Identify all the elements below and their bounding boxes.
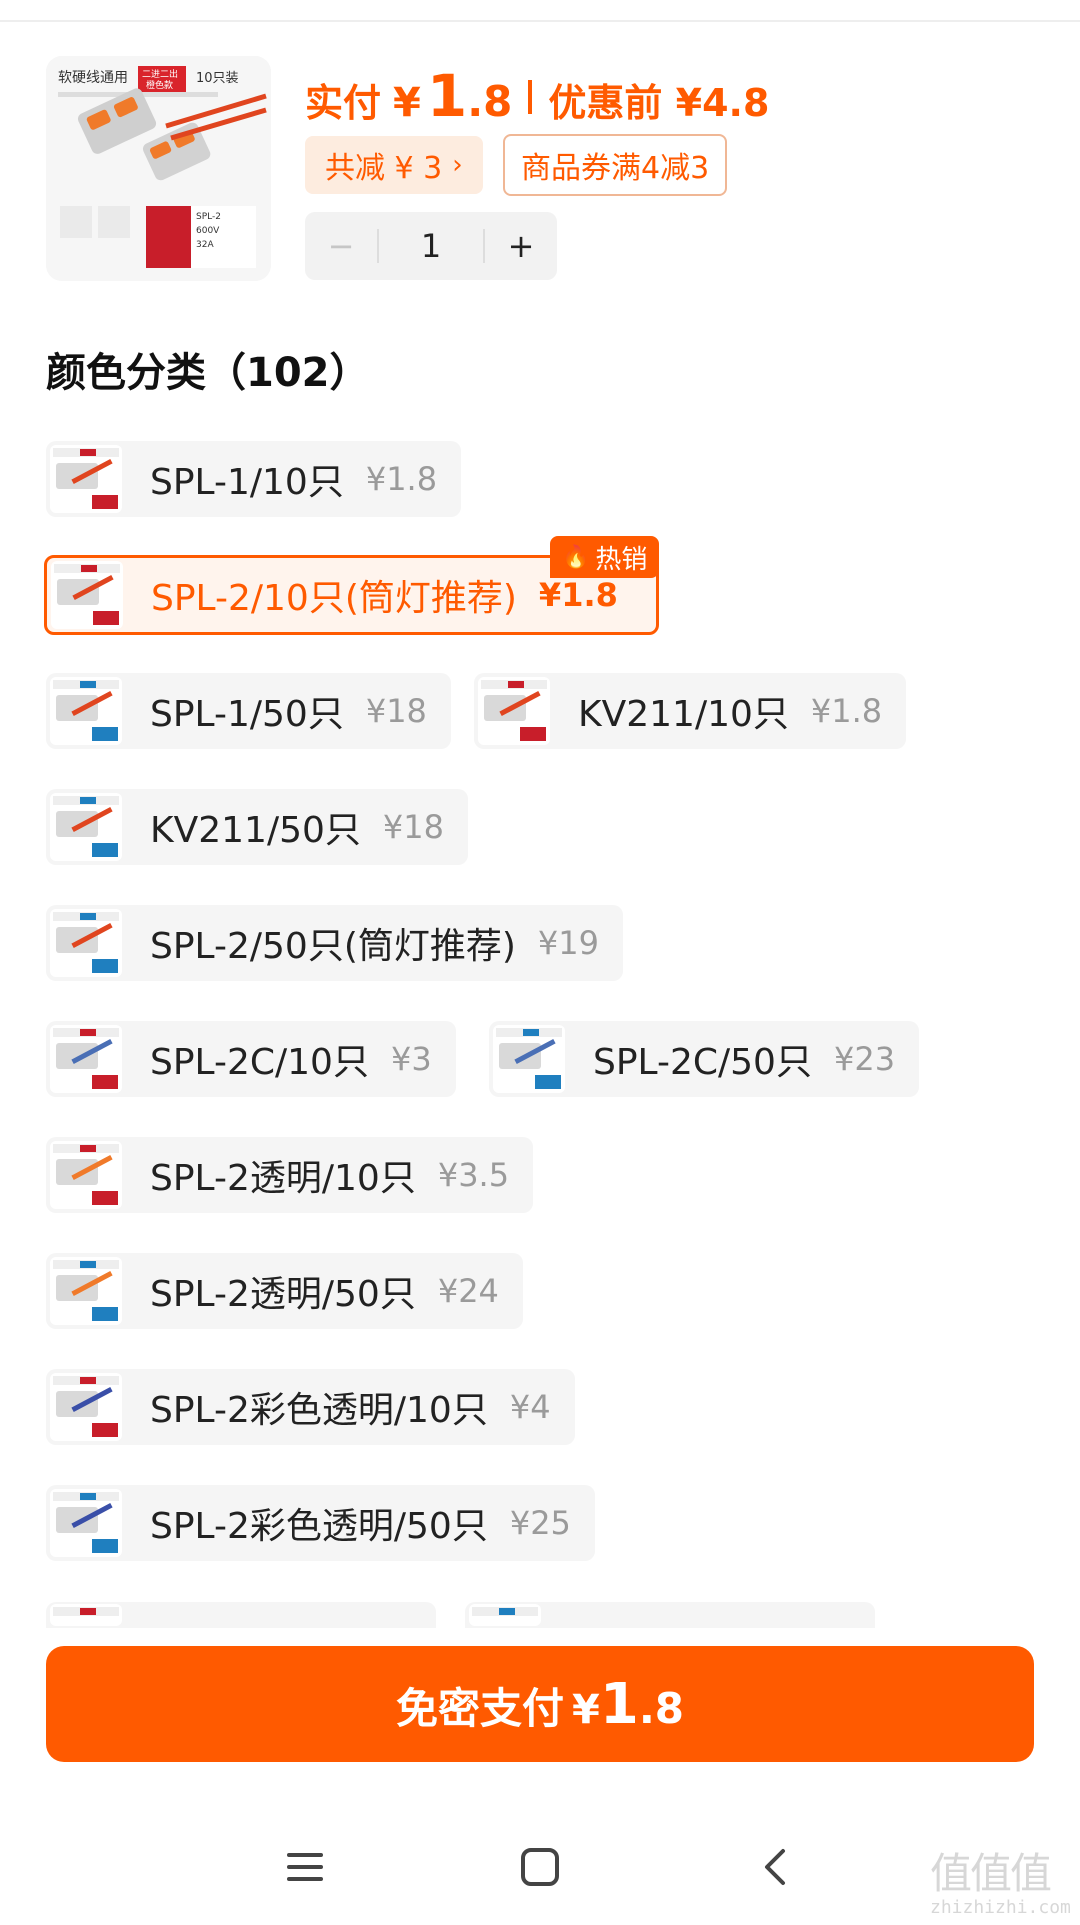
variant-option[interactable]: SPL-2透明/10只 ¥3.5 xyxy=(46,1137,534,1213)
variant-price: ¥1.8 xyxy=(810,692,883,730)
home-icon[interactable] xyxy=(505,1832,575,1902)
quantity-value[interactable]: 1 xyxy=(379,227,483,265)
hot-sale-label: 热销 xyxy=(595,544,648,575)
thumb-text-3: 橙色款 xyxy=(146,79,173,91)
variant-thumbnail xyxy=(51,561,123,629)
variant-name: SPL-2C/10只 xyxy=(150,1042,369,1083)
variant-price: ¥1.8 xyxy=(365,460,438,498)
variant-name: SPL-2透明/10只 xyxy=(150,1158,416,1199)
thumb-text-7: 32A xyxy=(196,240,214,250)
variant-price: ¥25 xyxy=(509,1504,571,1542)
variant-thumbnail xyxy=(50,445,122,513)
variant-price: ¥24 xyxy=(437,1272,499,1310)
variant-thumbnail xyxy=(50,1373,122,1441)
pay-amount-decimal: .8 xyxy=(638,1684,684,1733)
variant-option[interactable]: SPL-1/10只 ¥1.8 xyxy=(46,441,462,517)
variant-name: SPL-1/50只 xyxy=(150,694,344,735)
product-image[interactable]: 软硬线通用 二进二出 橙色款 10只装 SPL-2 600V 32A xyxy=(46,56,271,281)
variant-name: SPL-2C/50只 xyxy=(593,1042,812,1083)
chevron-right-icon: › xyxy=(452,150,463,180)
decrease-button[interactable]: − xyxy=(305,227,377,265)
price-separator xyxy=(528,80,533,114)
variant-thumbnail xyxy=(50,1025,122,1093)
price-prefix: 实付 xyxy=(305,81,382,125)
variant-price: ¥19 xyxy=(537,924,599,962)
variant-price: ¥23 xyxy=(833,1040,896,1078)
price-row: 实付 ¥ 1 .8 优惠前 ¥4.8 xyxy=(305,62,769,132)
thumb-text-4: 10只装 xyxy=(196,71,239,86)
thumb-text-2: 二进二出 xyxy=(142,68,178,80)
variant-name: SPL-1/10只 xyxy=(150,462,344,503)
variant-thumbnail xyxy=(478,677,550,745)
original-price: 优惠前 ¥4.8 xyxy=(548,81,770,125)
variant-option[interactable]: SPL-2透明/50只 ¥24 xyxy=(46,1253,523,1329)
thumb-text-5: SPL-2 xyxy=(196,212,221,222)
hot-sale-badge: 🔥 热销 xyxy=(550,536,660,578)
discount-detail-button[interactable]: 共减 ¥ 3 › xyxy=(305,136,483,194)
coupon-tag: 商品券满4减3 xyxy=(503,134,728,196)
variant-name: SPL-2彩色透明/10只 xyxy=(150,1390,488,1431)
variant-option[interactable]: SPL-2彩色透明/10只 ¥4 xyxy=(46,1369,575,1445)
discount-label: 共减 ¥ 3 xyxy=(325,151,443,186)
back-icon[interactable] xyxy=(740,1832,810,1902)
thumb-text-6: 600V xyxy=(196,226,220,236)
quantity-stepper: − 1 + xyxy=(305,212,557,280)
variant-thumbnail xyxy=(50,677,122,745)
variant-option-partial[interactable] xyxy=(46,1602,436,1628)
variant-name: SPL-2彩色透明/50只 xyxy=(150,1506,488,1547)
variant-thumbnail xyxy=(50,1489,122,1557)
variant-price: ¥1.8 xyxy=(538,576,618,614)
price-decimal: .8 xyxy=(467,77,513,126)
variant-price: ¥18 xyxy=(365,692,427,730)
variant-thumbnail xyxy=(50,793,122,861)
variant-option-partial[interactable] xyxy=(465,1602,875,1628)
variant-price: ¥4 xyxy=(509,1388,551,1426)
variant-thumbnail xyxy=(50,1604,122,1626)
pay-amount-integer: 1 xyxy=(599,1672,639,1737)
variant-thumbnail xyxy=(50,909,122,977)
variant-option[interactable]: SPL-1/50只 ¥18 xyxy=(46,673,451,749)
thumb-text-1: 软硬线通用 xyxy=(58,70,128,86)
system-nav-bar xyxy=(0,1820,1080,1910)
variant-price: ¥18 xyxy=(382,808,444,846)
price-integer: 1 xyxy=(426,62,468,130)
variant-price: ¥3.5 xyxy=(437,1156,510,1194)
increase-button[interactable]: + xyxy=(485,227,557,265)
pay-label: 免密支付 xyxy=(395,1684,564,1733)
watermark-mark: 值值值 xyxy=(930,1849,1052,1898)
top-divider xyxy=(0,20,1080,22)
variant-thumbnail xyxy=(469,1604,541,1626)
watermark-site: zhizhizhi.com xyxy=(930,1897,1071,1918)
variant-option[interactable]: KV211/10只 ¥1.8 xyxy=(474,673,907,749)
watermark: 值值值 zhizhizhi.com xyxy=(930,1840,1075,1920)
variant-name: KV211/50只 xyxy=(150,810,361,851)
variant-name: SPL-2/10只(筒灯推荐) xyxy=(151,578,517,619)
product-image-art: 软硬线通用 二进二出 橙色款 10只装 SPL-2 600V 32A xyxy=(46,56,271,281)
variant-thumbnail xyxy=(50,1141,122,1209)
variant-name: KV211/10只 xyxy=(578,694,789,735)
variant-name: SPL-2透明/50只 xyxy=(150,1274,416,1315)
variant-option[interactable]: SPL-2C/10只 ¥3 xyxy=(46,1021,456,1097)
price-currency: ¥ xyxy=(393,80,421,126)
section-title: 颜色分类（102） xyxy=(46,350,370,396)
variant-option[interactable]: SPL-2彩色透明/50只 ¥25 xyxy=(46,1485,595,1561)
pay-button[interactable]: 免密支付 ¥ 1 .8 xyxy=(46,1646,1034,1762)
pay-currency: ¥ xyxy=(572,1687,600,1733)
flame-icon: 🔥 xyxy=(562,544,590,570)
variant-name: SPL-2/50只(筒灯推荐) xyxy=(150,926,516,967)
menu-icon[interactable] xyxy=(270,1832,340,1902)
variant-option[interactable]: KV211/50只 ¥18 xyxy=(46,789,468,865)
variant-option[interactable]: SPL-2/50只(筒灯推荐) ¥19 xyxy=(46,905,623,981)
variant-thumbnail xyxy=(493,1025,565,1093)
coupon-label: 商品券满4减3 xyxy=(521,151,710,186)
variant-option[interactable]: SPL-2C/50只 ¥23 xyxy=(489,1021,920,1097)
variant-price: ¥3 xyxy=(390,1040,432,1078)
variant-thumbnail xyxy=(50,1257,122,1325)
